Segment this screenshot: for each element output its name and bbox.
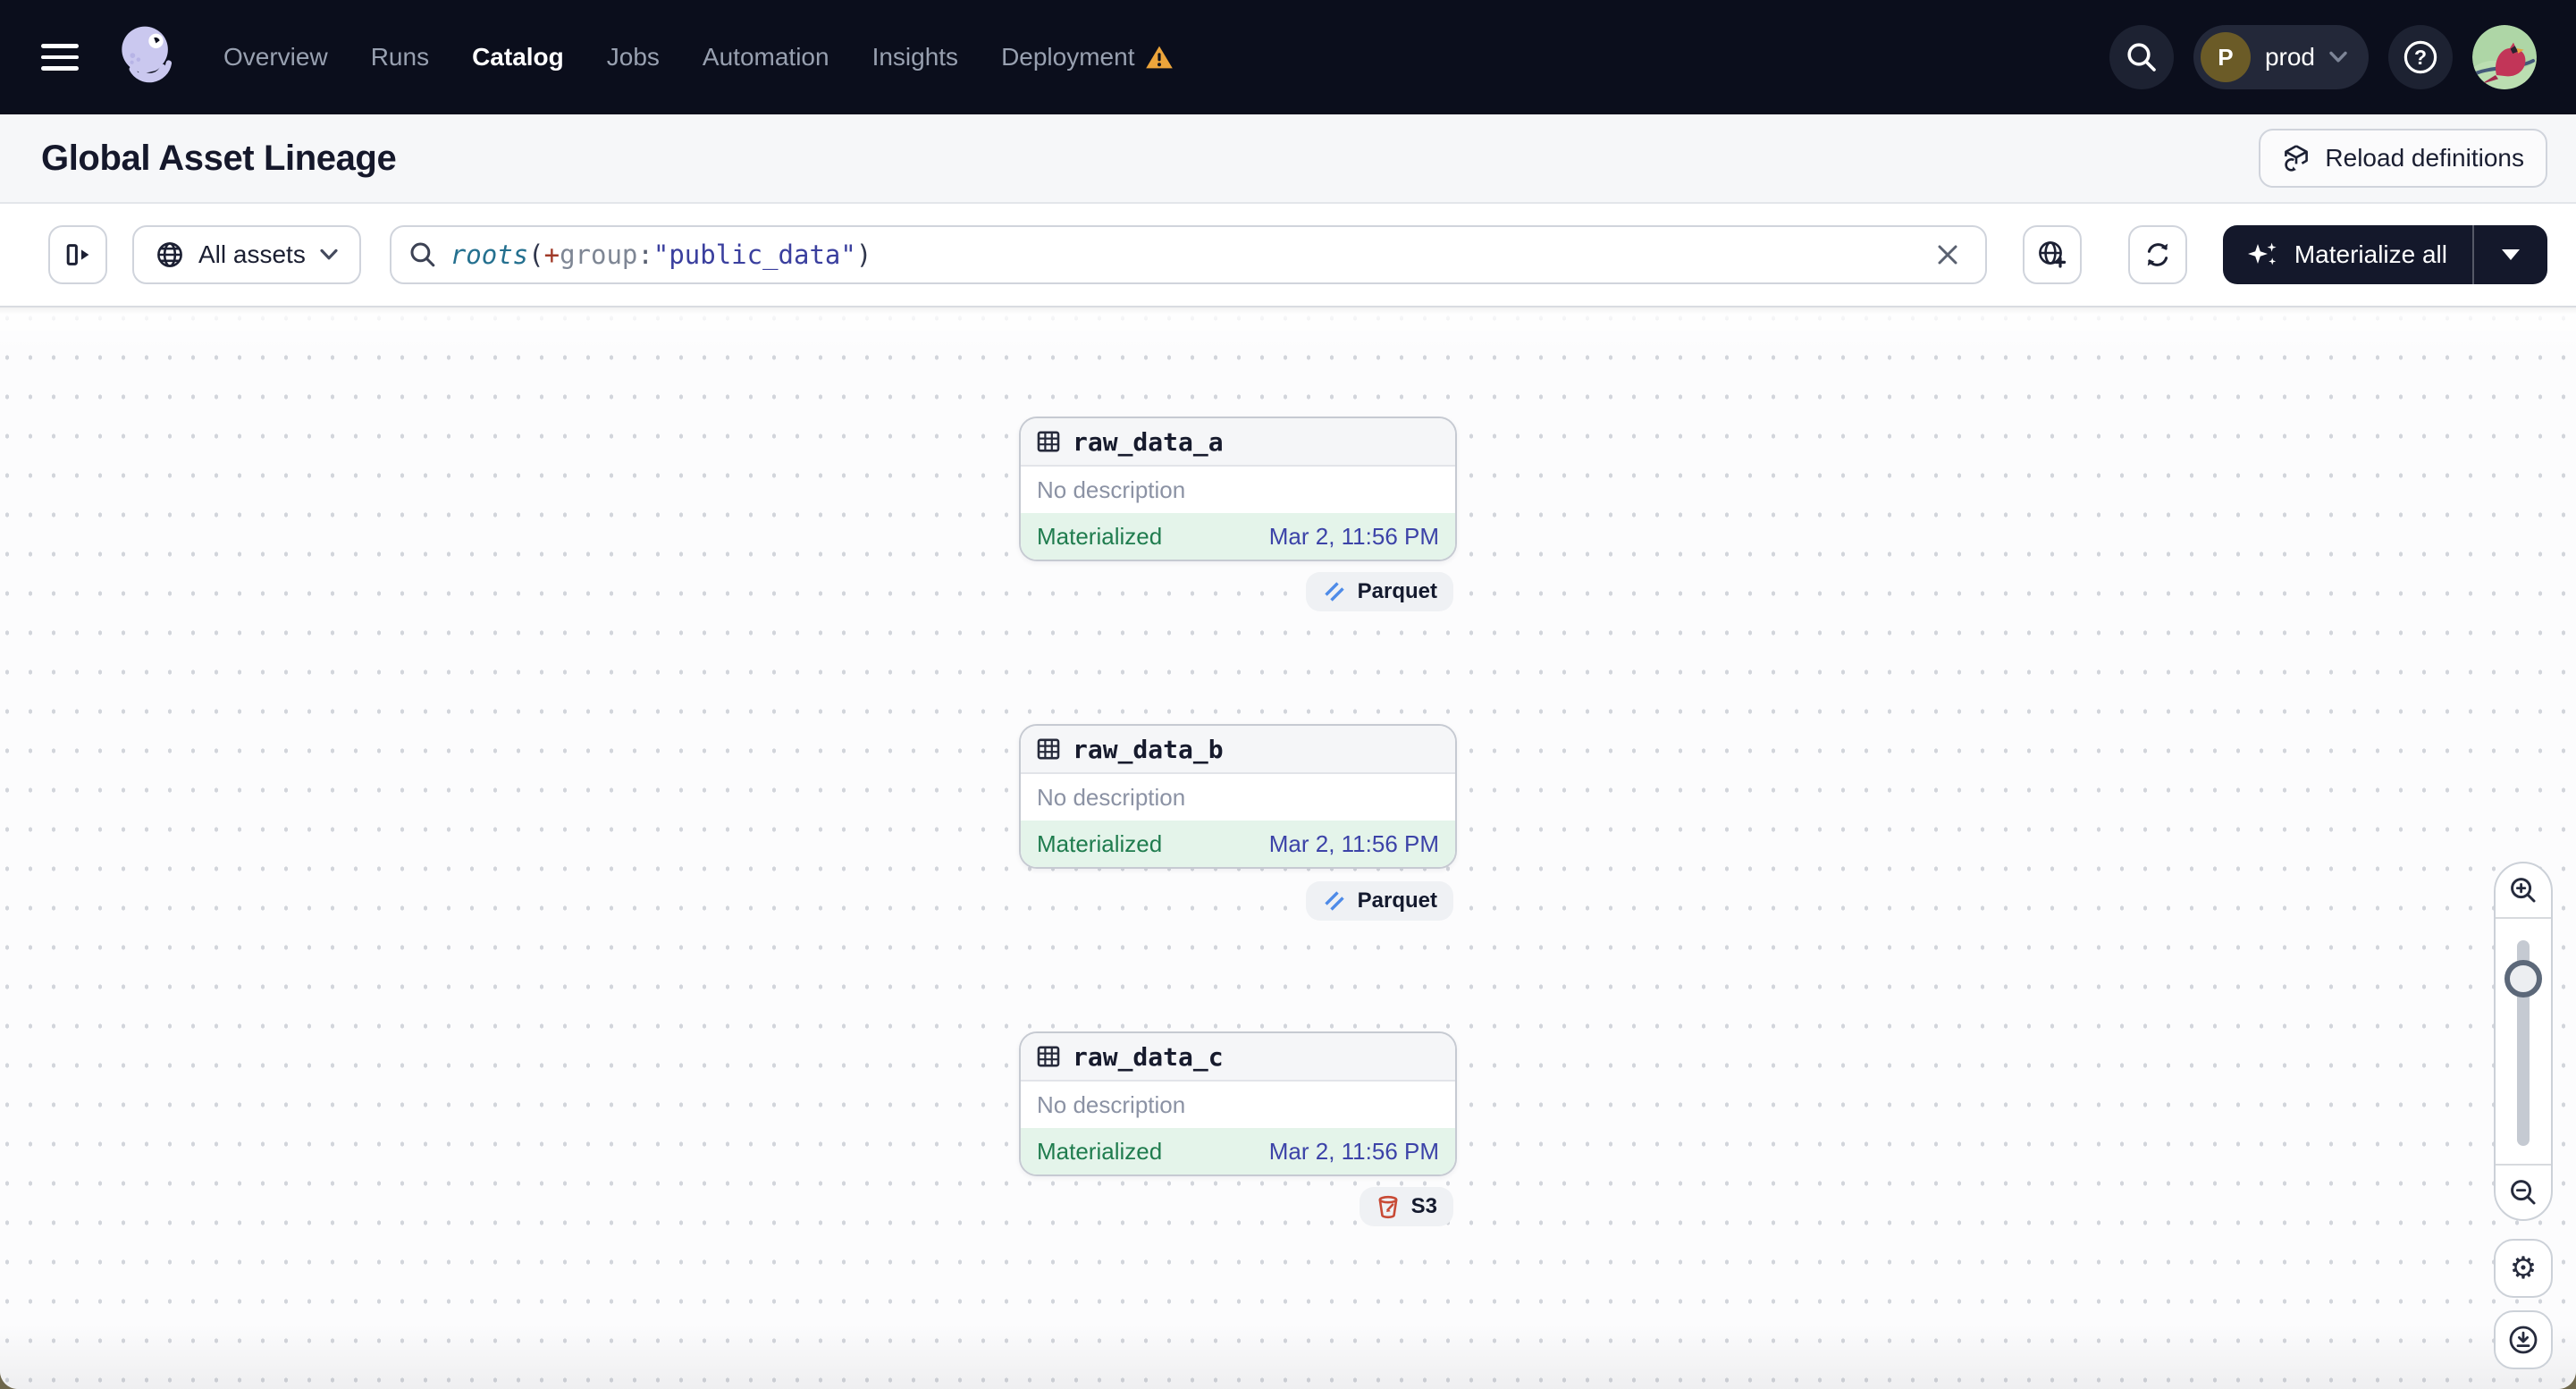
- page-header: Global Asset Lineage Reload definitions: [0, 114, 2576, 204]
- asset-status-row: Materialized Mar 2, 11:56 PM: [1021, 821, 1455, 867]
- dagster-logo-icon: [122, 26, 173, 83]
- asset-kind-label: Parquet: [1357, 888, 1437, 913]
- caret-down-icon: [2502, 249, 2520, 260]
- asset-node-header: raw_data_b: [1021, 726, 1455, 774]
- status-badge: Materialized: [1037, 1137, 1163, 1165]
- reload-definitions-label: Reload definitions: [2325, 144, 2524, 172]
- help-icon: ?: [2403, 40, 2437, 74]
- s3-bucket-icon: [1378, 1195, 1398, 1219]
- asset-kind-label: Parquet: [1357, 579, 1437, 603]
- materialize-all-split-button: Materialize all: [2222, 225, 2547, 284]
- asset-selection-input[interactable]: roots(+group:"public_data"): [389, 225, 1987, 284]
- download-icon: [2509, 1326, 2538, 1354]
- materialize-all-label: Materialize all: [2294, 240, 2447, 268]
- zoom-in-icon: [2511, 878, 2536, 903]
- nav-item-overview[interactable]: Overview: [223, 43, 328, 72]
- materialize-options-button[interactable]: [2472, 225, 2547, 284]
- dagster-app: Overview Runs Catalog Jobs Automation In…: [0, 0, 2576, 1389]
- zoom-out-icon: [2511, 1180, 2536, 1205]
- top-navigation: Overview Runs Catalog Jobs Automation In…: [0, 0, 2576, 114]
- search-icon: [2127, 43, 2156, 72]
- zoom-in-button[interactable]: [2496, 863, 2551, 917]
- materialization-timestamp[interactable]: Mar 2, 11:56 PM: [1269, 830, 1439, 858]
- globe-icon: [157, 242, 182, 267]
- refresh-button[interactable]: [2127, 225, 2187, 284]
- nav-right-cluster: P prod ?: [2109, 25, 2537, 89]
- search-icon: [410, 242, 435, 267]
- asset-node-raw-data-a[interactable]: raw_data_a No description Materialized M…: [1019, 417, 1457, 561]
- materialization-timestamp[interactable]: Mar 2, 11:56 PM: [1269, 1138, 1439, 1166]
- graph-settings-button[interactable]: ⚙: [2494, 1239, 2553, 1298]
- page-title: Global Asset Lineage: [41, 138, 397, 178]
- asset-name: raw_data_b: [1073, 734, 1224, 764]
- asset-kind-tag-s3[interactable]: S3: [1359, 1187, 1453, 1226]
- asset-kind-tag-parquet[interactable]: Parquet: [1305, 881, 1453, 921]
- globe-plus-icon: [2038, 241, 2067, 268]
- help-button[interactable]: ?: [2388, 25, 2453, 89]
- reload-cube-icon: [2285, 145, 2309, 172]
- asset-node-header: raw_data_c: [1021, 1033, 1455, 1082]
- nav-item-jobs[interactable]: Jobs: [607, 43, 660, 72]
- deployment-switcher[interactable]: P prod: [2193, 25, 2369, 89]
- asset-description: No description: [1037, 783, 1186, 811]
- asset-description: No description: [1037, 1090, 1186, 1118]
- materialize-all-button[interactable]: Materialize all: [2222, 225, 2472, 284]
- cardinal-avatar-image: [2472, 25, 2537, 89]
- asset-kind-tag-parquet[interactable]: Parquet: [1305, 572, 1453, 611]
- reload-definitions-button[interactable]: Reload definitions: [2259, 129, 2547, 188]
- asset-node-raw-data-b[interactable]: raw_data_b No description Materialized M…: [1019, 724, 1457, 869]
- asset-node-raw-data-c[interactable]: raw_data_c No description Materialized M…: [1019, 1031, 1457, 1176]
- zoom-out-button[interactable]: [2496, 1166, 2551, 1219]
- user-avatar[interactable]: [2472, 25, 2537, 89]
- refresh-icon: [2147, 243, 2168, 266]
- asset-name: raw_data_c: [1073, 1041, 1224, 1072]
- sparkles-icon: [2247, 242, 2277, 265]
- asset-name: raw_data_a: [1073, 426, 1224, 457]
- asset-status-row: Materialized Mar 2, 11:56 PM: [1021, 513, 1455, 560]
- table-icon: [1037, 431, 1060, 452]
- asset-scope-label: All assets: [198, 240, 306, 268]
- nav-item-runs[interactable]: Runs: [371, 43, 429, 72]
- download-image-button[interactable]: [2494, 1310, 2553, 1369]
- zoom-slider-handle[interactable]: [2504, 960, 2542, 998]
- nav-item-deployment[interactable]: Deployment: [1001, 43, 1174, 72]
- clear-query-button[interactable]: [1928, 235, 1967, 274]
- divider: [2496, 917, 2551, 919]
- status-badge: Materialized: [1037, 829, 1163, 857]
- deployment-name: prod: [2264, 43, 2315, 71]
- primary-nav: Overview Runs Catalog Jobs Automation In…: [223, 43, 1174, 72]
- nav-item-catalog[interactable]: Catalog: [472, 43, 564, 72]
- nav-item-deployment-label: Deployment: [1001, 43, 1135, 71]
- asset-scope-dropdown[interactable]: All assets: [132, 225, 361, 284]
- warning-icon: [1146, 46, 1174, 69]
- lineage-toolbar: All assets roots(+group:"public_data") M…: [0, 204, 2576, 307]
- search-button[interactable]: [2109, 25, 2174, 89]
- nav-item-automation[interactable]: Automation: [703, 43, 829, 72]
- chevron-down-icon: [320, 248, 338, 260]
- save-catalog-view-button[interactable]: [2022, 225, 2082, 284]
- menu-icon[interactable]: [41, 44, 79, 71]
- zoom-control-panel: [2494, 862, 2553, 1221]
- table-icon: [1037, 738, 1060, 760]
- open-left-panel-button[interactable]: [48, 225, 107, 284]
- asset-node-header: raw_data_a: [1021, 418, 1455, 467]
- parquet-icon: [1322, 889, 1346, 913]
- materialization-timestamp[interactable]: Mar 2, 11:56 PM: [1269, 523, 1439, 551]
- panel-open-icon: [66, 244, 89, 265]
- deployment-initial-badge: P: [2200, 32, 2251, 82]
- gear-icon: ⚙: [2509, 1250, 2538, 1286]
- svg-text:?: ?: [2414, 46, 2427, 69]
- nav-item-insights[interactable]: Insights: [872, 43, 959, 72]
- status-badge: Materialized: [1037, 522, 1163, 550]
- asset-description: No description: [1037, 476, 1186, 503]
- chevron-down-icon: [2329, 51, 2347, 63]
- lineage-graph-canvas[interactable]: raw_data_a No description Materialized M…: [0, 307, 2576, 1389]
- asset-status-row: Materialized Mar 2, 11:56 PM: [1021, 1128, 1455, 1174]
- table-icon: [1037, 1046, 1060, 1067]
- parquet-icon: [1322, 580, 1346, 603]
- asset-selection-query: roots(+group:"public_data"): [450, 240, 872, 270]
- close-icon: [1938, 245, 1957, 265]
- asset-kind-label: S3: [1410, 1194, 1437, 1218]
